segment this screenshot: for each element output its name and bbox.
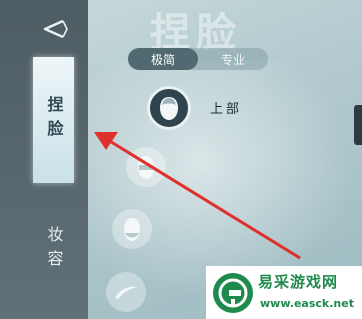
mode-simple-button[interactable]: 极简 [128,48,198,70]
lower-face-icon [124,218,140,241]
edge-handle[interactable] [354,105,362,145]
sidebar: 捏脸 妆容 [0,0,88,319]
watermark-url: www.easck.net [260,297,354,310]
back-arrow-icon [43,19,68,39]
tab-face-sculpt[interactable]: 捏脸 [33,57,74,183]
mode-pro-button[interactable]: 专业 [198,48,268,70]
face-part-eyebrow-button[interactable] [106,272,146,312]
watermark-badge: 易采游戏网 www.easck.net [206,266,362,319]
site-logo-icon [213,273,253,313]
mid-face-icon [138,156,154,179]
tab-face-sculpt-label: 捏脸 [44,96,64,144]
eyebrow-icon [115,286,137,299]
face-part-mid-button[interactable] [126,147,166,187]
mode-toggle: 极简 专业 [128,48,268,70]
face-part-lower-button[interactable] [112,209,152,249]
watermark-title: 易采游戏网 [258,273,339,291]
tab-makeup[interactable]: 妆容 [33,215,74,285]
back-button[interactable] [37,14,71,44]
face-part-label: 上部 [210,102,243,117]
tab-makeup-label: 妆容 [44,226,64,274]
upper-face-icon [160,97,178,120]
face-part-upper-button[interactable] [147,86,191,130]
